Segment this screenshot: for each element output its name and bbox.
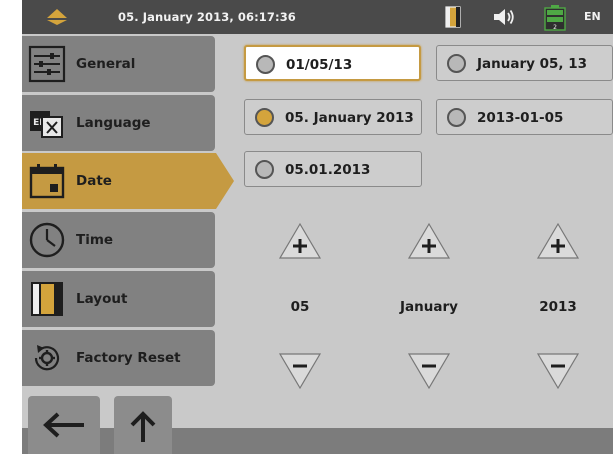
sidebar-item-label: Language: [76, 115, 151, 131]
date-format-option-dmy[interactable]: 05.01.2013: [244, 151, 422, 187]
svg-text:2: 2: [553, 24, 557, 31]
day-decrement-button[interactable]: [278, 352, 322, 390]
active-indicator-arrow: [216, 153, 234, 209]
option-label: 05. January 2013: [285, 110, 414, 126]
day-value: 05: [290, 299, 310, 315]
calendar-icon: [29, 164, 65, 199]
option-label: 05.01.2013: [285, 162, 371, 178]
back-button[interactable]: [28, 396, 100, 454]
back-arrow-icon: [43, 412, 84, 438]
status-bar: 05. January 2013, 06:17:36 2 EN: [22, 0, 613, 34]
sidebar-item-label: Time: [76, 232, 114, 248]
sidebar-item-label: Layout: [76, 291, 128, 307]
radio-button: [447, 108, 466, 127]
status-datetime: 05. January 2013, 06:17:36: [118, 10, 296, 24]
year-decrement-button[interactable]: [536, 352, 580, 390]
up-arrow-icon: [130, 411, 156, 442]
date-format-option-long[interactable]: 05. January 2013: [244, 99, 422, 135]
date-format-option-mdy[interactable]: 01/05/13: [244, 45, 421, 81]
sidebar-item-layout[interactable]: Layout: [22, 271, 215, 327]
radio-button: [256, 55, 275, 74]
date-format-option-month-day-year[interactable]: January 05, 13: [436, 45, 613, 81]
sidebar-item-label: General: [76, 56, 136, 72]
year-increment-button[interactable]: [536, 222, 580, 260]
language-icon: EN: [30, 111, 63, 138]
app-frame: 05. January 2013, 06:17:36 2 EN General …: [22, 0, 613, 454]
sidebar-item-date[interactable]: Date: [22, 153, 216, 209]
option-label: 2013-01-05: [477, 110, 564, 126]
option-label: January 05, 13: [477, 56, 588, 72]
day-increment-button[interactable]: [278, 222, 322, 260]
date-format-option-iso[interactable]: 2013-01-05: [436, 99, 613, 135]
sidebar-item-general[interactable]: General: [22, 36, 215, 92]
sidebar-item-factory-reset[interactable]: Factory Reset: [22, 330, 215, 386]
pyramid-logo-icon: [47, 9, 67, 25]
speaker-icon[interactable]: [492, 6, 516, 28]
clock-icon: [29, 222, 65, 258]
sidebar-item-label: Date: [76, 173, 112, 189]
language-badge[interactable]: EN: [584, 10, 601, 23]
factory-reset-icon: [34, 345, 60, 371]
month-decrement-button[interactable]: [407, 352, 451, 390]
sidebar-item-language[interactable]: EN Language: [22, 95, 215, 151]
radio-button: [255, 108, 274, 127]
sidebar-item-time[interactable]: Time: [22, 212, 215, 268]
battery-icon: 2: [544, 5, 566, 31]
up-button[interactable]: [114, 396, 172, 454]
sidebar-item-label: Factory Reset: [76, 350, 181, 366]
option-label: 01/05/13: [286, 57, 353, 73]
sliders-icon: [28, 45, 66, 83]
year-value: 2013: [539, 299, 577, 315]
bottom-bar: [22, 428, 613, 454]
month-value: January: [400, 299, 458, 315]
month-increment-button[interactable]: [407, 222, 451, 260]
radio-button: [447, 54, 466, 73]
layout-icon: [31, 282, 63, 316]
radio-button: [255, 160, 274, 179]
layout-icon: [445, 6, 461, 28]
